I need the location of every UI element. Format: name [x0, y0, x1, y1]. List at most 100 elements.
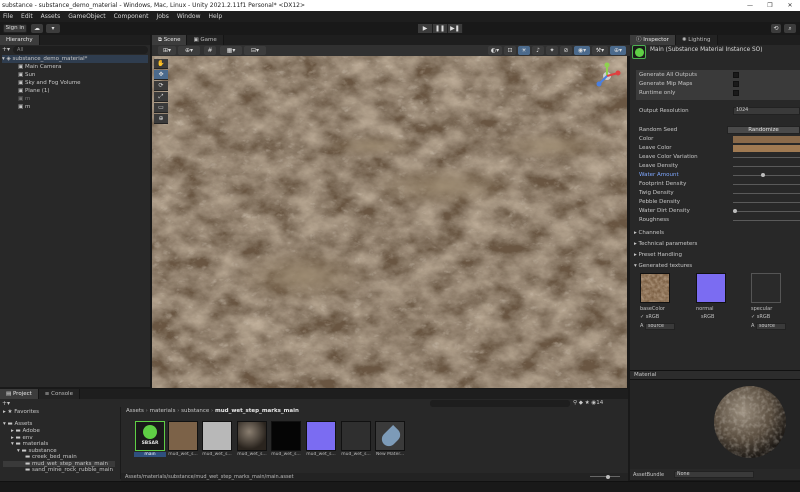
history-icon[interactable]: ⟲	[771, 24, 781, 33]
icon-size-slider[interactable]	[590, 476, 620, 477]
randomize-button[interactable]: Randomize	[727, 126, 800, 134]
generate-all-outputs-checkbox[interactable]	[733, 72, 739, 78]
cloud-icon[interactable]: ☁	[31, 24, 43, 33]
normal-srgb-toggle[interactable]: sRGB	[701, 314, 714, 320]
roughness-slider[interactable]	[733, 220, 800, 221]
search-icon[interactable]: ⌕	[784, 24, 796, 33]
lighting-icon[interactable]: ☀	[518, 46, 530, 55]
asset-new-material[interactable]	[375, 421, 405, 451]
menu-help[interactable]: Help	[209, 13, 223, 20]
menu-gameobject[interactable]: GameObject	[68, 13, 105, 20]
folder-assets[interactable]: ▾ ▬ Assets	[3, 420, 115, 428]
color-swatch[interactable]	[733, 136, 800, 143]
effects-icon[interactable]: ✦	[546, 46, 558, 55]
orientation-gizmo-icon[interactable]	[593, 62, 621, 90]
tab-console[interactable]: ≡ Console	[38, 389, 80, 399]
pivot-dropdown[interactable]: ⊞▾	[158, 46, 176, 55]
scene-root[interactable]: ▾ ◈ substance_demo_material*	[2, 55, 148, 63]
foldout-generated-textures[interactable]: ▾ Generated textures	[634, 263, 692, 269]
draw-mode-icon[interactable]: ◐▾	[488, 46, 502, 55]
hierarchy-item[interactable]: ▣ Plane (1)	[2, 87, 148, 95]
increment-dropdown[interactable]: ⊟▾	[244, 46, 266, 55]
foldout-technical-parameters[interactable]: ▸ Technical parameters	[634, 241, 697, 247]
menu-component[interactable]: Component	[114, 13, 149, 20]
tab-hierarchy[interactable]: Hierarchy	[0, 35, 40, 45]
pause-button[interactable]: ❚❚	[433, 24, 448, 33]
leave-density-slider[interactable]	[733, 166, 800, 167]
scale-tool-icon[interactable]: ⤢	[154, 92, 168, 102]
tab-inspector[interactable]: ⓘ Inspector	[630, 35, 676, 45]
collab-icon[interactable]: ▾	[46, 24, 60, 33]
generate-mip-maps-checkbox[interactable]	[733, 81, 739, 87]
hierarchy-item[interactable]: ▣ Main Camera	[2, 63, 148, 71]
texture-specular-thumb[interactable]	[751, 273, 781, 303]
water-amount-slider[interactable]	[733, 175, 800, 176]
texture-normal-thumb[interactable]	[696, 273, 726, 303]
menu-assets[interactable]: Assets	[41, 13, 61, 20]
gizmos-icon[interactable]: ⊕▾	[610, 46, 626, 55]
menu-file[interactable]: File	[3, 13, 13, 20]
asset-height-texture[interactable]	[202, 421, 232, 451]
specular-source-dropdown[interactable]: source	[756, 323, 786, 330]
favorites-item[interactable]: ▸ ★ Favorites	[3, 408, 115, 416]
maximize-button[interactable]: ❐	[760, 0, 780, 11]
menu-edit[interactable]: Edit	[21, 13, 33, 20]
breadcrumb-materials[interactable]: materials	[150, 408, 176, 414]
tools-icon[interactable]: ⚒▾	[592, 46, 608, 55]
assetbundle-dropdown[interactable]: None	[674, 471, 754, 478]
add-icon[interactable]: +▾	[2, 46, 10, 54]
basecolor-srgb-toggle[interactable]: ✓ sRGB	[640, 314, 659, 320]
asset-normal-texture[interactable]	[306, 421, 336, 451]
minimize-button[interactable]: —	[740, 0, 760, 11]
rect-tool-icon[interactable]: ▭	[154, 103, 168, 113]
transform-tool-icon[interactable]: ⊕	[154, 114, 168, 124]
menu-jobs[interactable]: Jobs	[156, 13, 168, 20]
menu-window[interactable]: Window	[177, 13, 201, 20]
tab-lighting[interactable]: ✺ Lighting	[675, 35, 718, 45]
leave-color-swatch[interactable]	[733, 145, 800, 152]
hierarchy-item[interactable]: ▣ m	[2, 95, 148, 103]
basecolor-source-dropdown[interactable]: source	[645, 323, 675, 330]
leave-color-variation-slider[interactable]	[733, 157, 800, 158]
camera-icon[interactable]: ◉▾	[574, 46, 590, 55]
hierarchy-item[interactable]: ▣ Sky and Fog Volume	[2, 79, 148, 87]
foldout-channels[interactable]: ▸ Channels	[634, 230, 664, 236]
breadcrumb-current[interactable]: mud_wet_step_marks_main	[215, 408, 299, 414]
folder-sand-mine[interactable]: ▬ sand_mine_rock_rubble_main	[3, 467, 115, 474]
breadcrumb-substance[interactable]: substance	[181, 408, 209, 414]
project-add-icon[interactable]: +▾	[2, 400, 10, 407]
water-dirt-density-slider[interactable]	[733, 211, 800, 212]
water-amount-slider-handle[interactable]	[761, 173, 765, 177]
hand-tool-icon[interactable]: ✋	[154, 59, 168, 69]
hierarchy-item[interactable]: ▣ m	[2, 103, 148, 111]
water-dirt-density-slider-handle[interactable]	[733, 209, 737, 213]
pebble-density-slider[interactable]	[733, 202, 800, 203]
audio-icon[interactable]: ♪	[532, 46, 544, 55]
hidden-icon[interactable]: ⊘	[560, 46, 572, 55]
twig-density-slider[interactable]	[733, 193, 800, 194]
specular-srgb-toggle[interactable]: ✓ sRGB	[751, 314, 770, 320]
play-button[interactable]: ▶	[418, 24, 433, 33]
project-splitter[interactable]	[120, 407, 121, 479]
tab-scene[interactable]: ⧉ Scene	[152, 35, 188, 45]
tab-game[interactable]: ▣ Game	[187, 35, 224, 45]
scene-viewport[interactable]: ✋ ✥ ⟳ ⤢ ▭ ⊕	[152, 56, 627, 388]
snap-dropdown[interactable]: ▦▾	[220, 46, 242, 55]
asset-empty-texture[interactable]	[341, 421, 371, 451]
close-button[interactable]: ✕	[780, 0, 800, 11]
hierarchy-item[interactable]: ▣ Sun	[2, 71, 148, 79]
hierarchy-search-input[interactable]: All	[13, 46, 148, 54]
asset-main-sbsar[interactable]: SBSAR	[135, 421, 165, 451]
project-search-input[interactable]	[430, 400, 570, 407]
asset-material-sphere[interactable]	[237, 421, 267, 451]
output-resolution-dropdown[interactable]: 1024	[733, 107, 800, 115]
signin-button[interactable]: Sign in	[3, 24, 27, 33]
breadcrumb-assets[interactable]: Assets	[126, 408, 144, 414]
asset-mask-texture[interactable]	[271, 421, 301, 451]
tab-project[interactable]: ▤ Project	[0, 389, 39, 399]
rotate-tool-icon[interactable]: ⟳	[154, 81, 168, 91]
project-filter-icons[interactable]: ⚲ ◆ ★ ◉14	[573, 400, 603, 406]
move-tool-icon[interactable]: ✥	[154, 70, 168, 80]
grid-icon[interactable]: #	[204, 46, 216, 55]
material-preview-area[interactable]	[630, 380, 800, 469]
